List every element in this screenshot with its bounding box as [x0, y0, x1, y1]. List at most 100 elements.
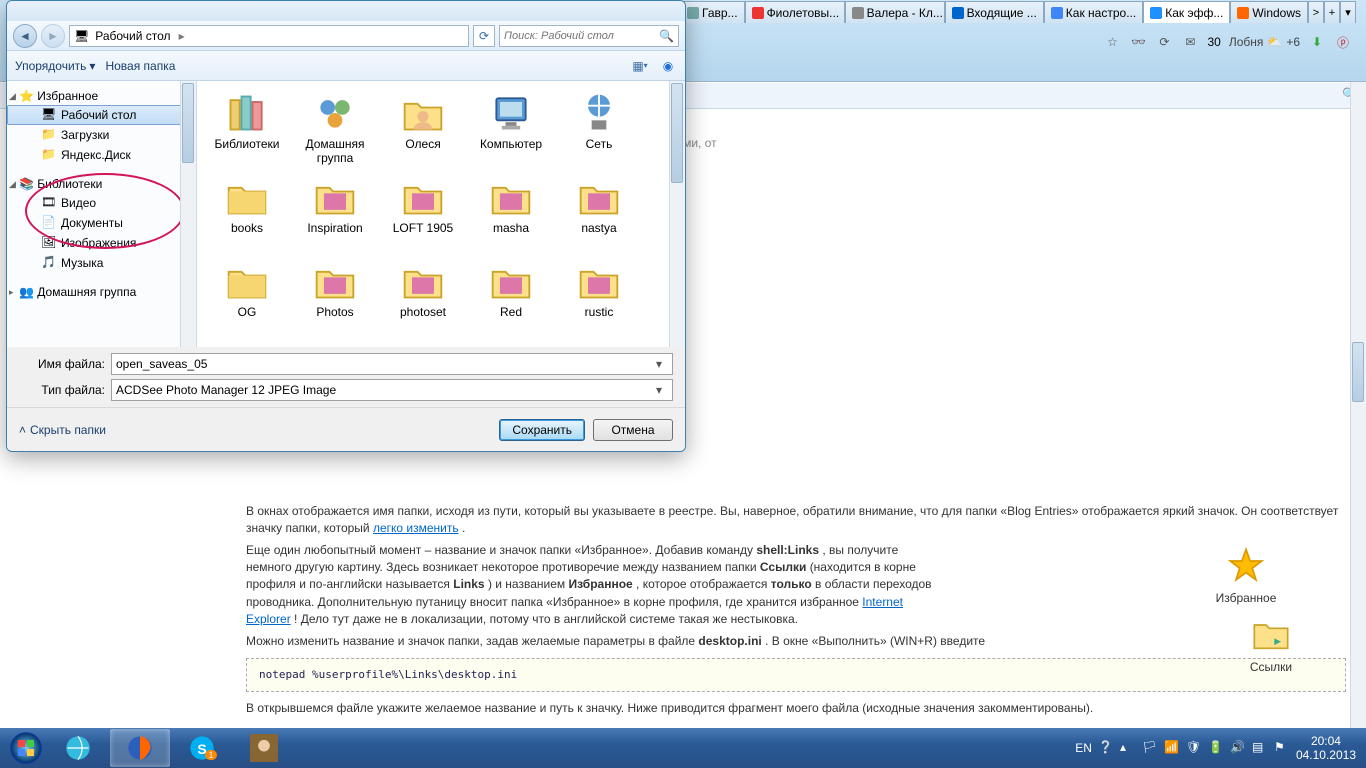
filetype-combo[interactable]: ACDSee Photo Manager 12 JPEG Image ▾ — [111, 379, 673, 401]
scrollbar-thumb[interactable] — [671, 83, 683, 183]
network-icon[interactable]: 📶 — [1164, 740, 1180, 756]
dialog-titlebar[interactable] — [7, 1, 685, 21]
homegroup-header[interactable]: ▸👥 Домашняя группа — [7, 283, 196, 301]
file-item[interactable] — [291, 339, 379, 347]
filename-combo[interactable]: ▾ — [111, 353, 673, 375]
search-icon[interactable]: 🔍 — [659, 29, 674, 43]
tray-icon[interactable]: ▤ — [1252, 740, 1268, 756]
file-item[interactable]: masha — [467, 171, 555, 255]
file-item[interactable]: Библиотеки — [203, 87, 291, 171]
volume-icon[interactable]: 🔊 — [1230, 740, 1246, 756]
file-item[interactable] — [203, 339, 291, 347]
nav-forward-button[interactable]: ► — [41, 24, 65, 48]
file-item[interactable]: rustic — [555, 255, 643, 339]
pinterest-icon[interactable]: ⓟ — [1334, 33, 1352, 51]
tab-0[interactable]: Гавр... — [680, 1, 745, 23]
scrollbar-thumb[interactable] — [1352, 342, 1364, 402]
flag-icon[interactable]: 🏳 — [1142, 740, 1158, 756]
cancel-button[interactable]: Отмена — [593, 419, 673, 441]
sidebar-item-desktop[interactable]: 🖥Рабочий стол — [7, 105, 196, 125]
file-item[interactable]: LOFT 1905 — [379, 171, 467, 255]
help-tray-icon[interactable]: ❔ — [1098, 740, 1114, 756]
folder-thumb-icon — [401, 175, 445, 219]
file-item[interactable] — [555, 339, 643, 347]
save-button[interactable]: Сохранить — [499, 419, 585, 441]
shield-icon[interactable]: 🛡 — [1186, 740, 1202, 756]
sidebar-item-music[interactable]: 🎵Музыка — [7, 253, 196, 273]
file-item[interactable]: photoset — [379, 255, 467, 339]
tab-menu[interactable]: ▾ — [1340, 1, 1356, 23]
weather-widget[interactable]: Лобня ⛅ +6 — [1229, 35, 1300, 49]
link-change-icon[interactable]: легко изменить — [373, 521, 459, 535]
libraries-header[interactable]: ◢📚 Библиотеки — [7, 175, 196, 193]
battery-icon[interactable]: 🔋 — [1208, 740, 1224, 756]
chevron-right-icon[interactable]: ▸ — [177, 29, 187, 43]
tab-3[interactable]: Входящие ... — [945, 1, 1044, 23]
file-item[interactable]: Олеся — [379, 87, 467, 171]
scrollbar-thumb[interactable] — [182, 83, 194, 163]
library-icon: 📚 — [19, 177, 34, 191]
view-button[interactable]: ▦▾ — [631, 57, 649, 75]
file-item[interactable] — [379, 339, 467, 347]
reload-icon[interactable]: ⟳ — [1155, 33, 1173, 51]
page-scrollbar[interactable] — [1350, 82, 1366, 728]
chevron-down-icon[interactable]: ▾ — [650, 383, 668, 397]
file-item[interactable]: nastya — [555, 171, 643, 255]
mail-icon[interactable]: ✉ — [1181, 33, 1199, 51]
sidebar-item-yandex[interactable]: 📁Яндекс.Диск — [7, 145, 196, 165]
tab-add[interactable]: + — [1324, 1, 1340, 23]
favorites-header[interactable]: ◢⭐ Избранное — [7, 87, 196, 105]
star-icon: ⭐ — [19, 89, 34, 103]
task-ie[interactable] — [48, 729, 108, 767]
breadcrumb-segment[interactable]: Рабочий стол — [89, 29, 176, 43]
favicon — [1237, 7, 1249, 19]
filelist-scrollbar[interactable] — [669, 81, 685, 347]
file-list[interactable]: БиблиотекиДомашняя группаОлесяКомпьютерС… — [197, 81, 685, 347]
breadcrumb[interactable]: 🖥 Рабочий стол ▸ — [69, 25, 469, 47]
nav-back-button[interactable]: ◄ — [13, 24, 37, 48]
tab-4[interactable]: Как настро... — [1044, 1, 1143, 23]
filename-input[interactable] — [116, 357, 650, 371]
hide-folders-link[interactable]: ˄Скрыть папки — [19, 423, 106, 437]
new-folder-button[interactable]: Новая папка — [105, 59, 175, 73]
desktop-icon: 🖥 — [41, 107, 57, 123]
download-icon[interactable]: ⬇ — [1308, 33, 1326, 51]
task-app[interactable] — [234, 729, 294, 767]
tab-1[interactable]: Фиолетовы... — [745, 1, 845, 23]
tab-scroll-right[interactable]: > — [1308, 1, 1324, 23]
file-item[interactable]: OG — [203, 255, 291, 339]
file-item[interactable]: Inspiration — [291, 171, 379, 255]
help-button[interactable]: ◉ — [659, 57, 677, 75]
sidebar-scrollbar[interactable] — [180, 81, 196, 347]
file-item[interactable]: Сеть — [555, 87, 643, 171]
file-item[interactable]: Домашняя группа — [291, 87, 379, 171]
tray-up-icon[interactable]: ▴ — [1120, 740, 1136, 756]
file-item[interactable]: Компьютер — [467, 87, 555, 171]
favicon — [1051, 7, 1063, 19]
organize-button[interactable]: Упорядочить ▾ — [15, 59, 95, 73]
file-item[interactable] — [467, 339, 555, 347]
task-skype[interactable]: S1 — [172, 729, 232, 767]
search-box[interactable]: 🔍 — [499, 25, 679, 47]
tray-icon[interactable]: ⚑ — [1274, 740, 1290, 756]
clock[interactable]: 20:04 04.10.2013 — [1296, 734, 1356, 763]
file-item[interactable]: books — [203, 171, 291, 255]
sidebar-item-documents[interactable]: 📄Документы — [7, 213, 196, 233]
task-firefox[interactable] — [110, 729, 170, 767]
sidebar-item-video[interactable]: 🎞Видео — [7, 193, 196, 213]
file-item[interactable]: Red — [467, 255, 555, 339]
favicon — [852, 7, 864, 19]
tab-6[interactable]: Windows — [1230, 1, 1308, 23]
start-button[interactable] — [6, 728, 46, 768]
tab-5[interactable]: Как эфф... — [1143, 1, 1230, 23]
sidebar-item-pictures[interactable]: 🖼Изображения — [7, 233, 196, 253]
tab-2[interactable]: Валера - Кл... — [845, 1, 945, 23]
chevron-down-icon[interactable]: ▾ — [650, 357, 668, 371]
file-item[interactable]: Photos — [291, 255, 379, 339]
search-input[interactable] — [504, 30, 659, 42]
refresh-button[interactable]: ⟳ — [473, 25, 495, 47]
sidebar-item-downloads[interactable]: 📁Загрузки — [7, 125, 196, 145]
lang-indicator[interactable]: EN — [1075, 741, 1092, 755]
glasses-icon[interactable]: 👓 — [1129, 33, 1147, 51]
star-icon[interactable]: ☆ — [1103, 33, 1121, 51]
